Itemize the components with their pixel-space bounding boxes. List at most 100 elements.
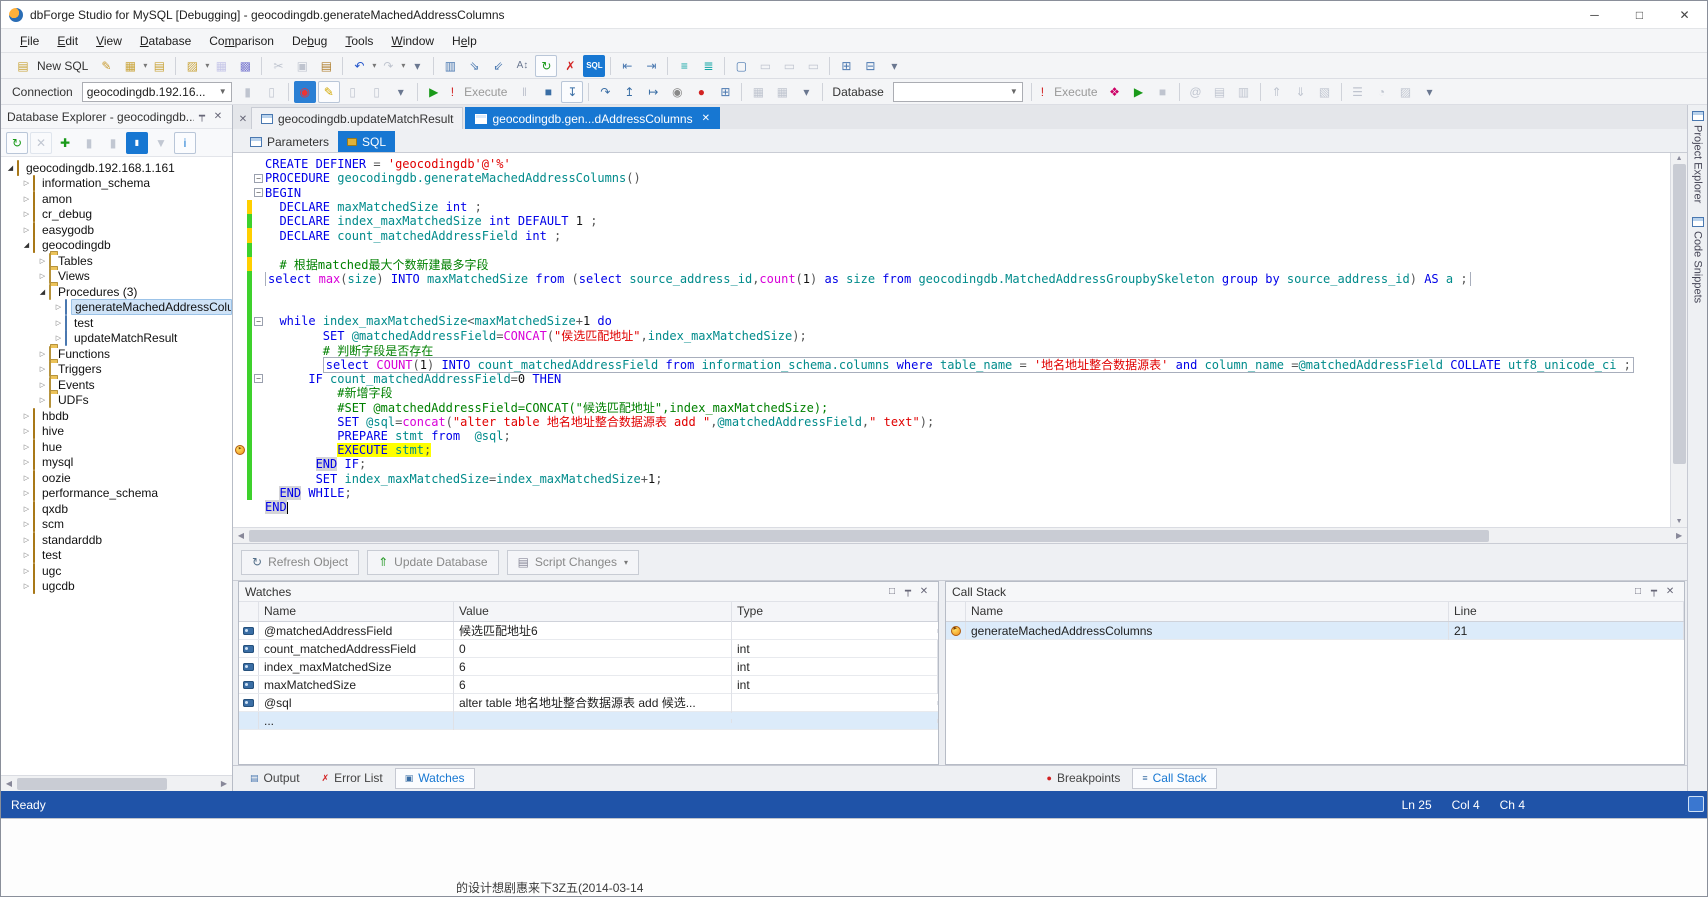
refresh-explorer-icon[interactable]: ↻ bbox=[6, 131, 28, 154]
scroll-up-icon[interactable]: ▲ bbox=[1676, 155, 1683, 162]
report-overflow-icon[interactable]: ▾ bbox=[795, 81, 817, 103]
expand-icon[interactable]: ▷ bbox=[21, 489, 32, 497]
expand-icon[interactable]: ▷ bbox=[37, 257, 48, 265]
execute-with-settings-icon[interactable]: ▶ bbox=[1128, 81, 1150, 103]
code-line[interactable]: EXECUTE stmt; bbox=[233, 442, 1670, 458]
editor-hscroll-thumb[interactable] bbox=[249, 529, 1489, 542]
tab-code-snippets[interactable]: Code Snippets bbox=[1691, 217, 1704, 303]
db-action2-icon[interactable]: ▮ bbox=[102, 132, 124, 154]
undo-icon[interactable]: ↶ bbox=[348, 55, 370, 77]
code-line[interactable]: CREATE DEFINER = 'geocodingdb'@'%' bbox=[233, 157, 1670, 171]
watch-row[interactable]: index_maxMatchedSize 6 int bbox=[239, 657, 938, 676]
window-list-icon[interactable]: ⊞ bbox=[835, 55, 857, 77]
close-icon[interactable]: ✕ bbox=[1662, 586, 1678, 597]
scroll-left-icon[interactable]: ◀ bbox=[1, 779, 17, 788]
code-line[interactable]: − PROCEDURE geocodingdb.generateMachedAdd… bbox=[233, 171, 1670, 185]
schedule-icon[interactable]: ◔ bbox=[1371, 81, 1393, 103]
pause-icon[interactable]: ‖ bbox=[513, 81, 535, 103]
connection-doc-icon[interactable]: ▯ bbox=[342, 81, 364, 103]
navigate-prev-icon[interactable]: ⇙ bbox=[487, 55, 509, 77]
minimize-button[interactable]: ─ bbox=[1572, 1, 1617, 29]
tree-item[interactable]: ▷ UDFs bbox=[1, 392, 232, 409]
tree-item[interactable]: ▷ ugcdb bbox=[1, 578, 232, 595]
refresh-document-icon[interactable]: ↻ bbox=[535, 54, 558, 77]
scroll-thumb[interactable] bbox=[17, 777, 167, 790]
step-into-icon[interactable]: ↧ bbox=[561, 80, 584, 103]
breakpoint-margin[interactable] bbox=[233, 171, 247, 185]
editor-vscroll-thumb[interactable] bbox=[1672, 164, 1686, 464]
menu-database[interactable]: Database bbox=[131, 31, 200, 51]
column-header[interactable]: Type bbox=[732, 602, 938, 621]
tab-error-list[interactable]: ✗ Error List bbox=[312, 768, 393, 789]
expand-icon[interactable]: ▷ bbox=[53, 334, 64, 342]
tree-item[interactable]: ▷ performance_schema bbox=[1, 485, 232, 502]
tree-item[interactable]: ▷ cr_debug bbox=[1, 206, 232, 223]
disconnect-icon[interactable]: ▯ bbox=[261, 81, 283, 103]
doc-summary-icon[interactable]: ▥ bbox=[1233, 81, 1255, 103]
expand-icon[interactable]: ▷ bbox=[21, 210, 32, 218]
paste-icon[interactable]: ▤ bbox=[315, 55, 337, 77]
refresh-object-button[interactable]: ↻ Refresh Object bbox=[241, 549, 360, 575]
expand-icon[interactable]: ▷ bbox=[37, 350, 48, 358]
wizard-icon[interactable]: ▨ bbox=[1395, 81, 1417, 103]
explorer-pin-icon[interactable]: ┯ bbox=[194, 111, 210, 122]
cancel-executing-icon[interactable]: ✗ bbox=[559, 55, 581, 77]
close-button[interactable]: ✕ bbox=[1662, 1, 1707, 29]
connect-icon[interactable]: ▮ bbox=[237, 81, 259, 103]
expand-icon[interactable]: ▷ bbox=[21, 536, 32, 544]
expand-icon[interactable]: ▷ bbox=[21, 551, 32, 559]
breakpoint-margin[interactable] bbox=[233, 343, 247, 357]
breakpoint-margin[interactable] bbox=[233, 486, 247, 500]
debug-windows-icon[interactable]: ⊞ bbox=[714, 81, 736, 103]
editor-vscrollbar[interactable]: ▲ ▼ bbox=[1670, 153, 1688, 527]
toolbar-overflow-icon[interactable]: ▾ bbox=[406, 55, 428, 77]
column-header[interactable]: Name bbox=[259, 602, 454, 621]
column-header[interactable]: Name bbox=[966, 602, 1449, 621]
breakpoint-margin[interactable] bbox=[233, 271, 247, 285]
toolbar2-overflow-icon[interactable]: ▾ bbox=[1419, 81, 1441, 103]
script-changes-button[interactable]: ▤ Script Changes ▾ bbox=[506, 549, 639, 575]
breakpoint-margin[interactable] bbox=[233, 414, 247, 428]
menu-window[interactable]: Window bbox=[382, 31, 443, 51]
breakpoint-margin[interactable] bbox=[233, 243, 247, 257]
new-database-icon[interactable]: ✚ bbox=[54, 132, 76, 154]
callstack-row[interactable]: generateMachedAddressColumns21 bbox=[946, 621, 1685, 640]
breakpoint-margin[interactable] bbox=[233, 257, 247, 271]
document-tab[interactable]: geocodingdb.updateMatchResult bbox=[251, 107, 464, 129]
code-line[interactable]: select max(size) INTO maxMatchedSize fro… bbox=[233, 271, 1670, 286]
expand-icon[interactable]: ▷ bbox=[21, 474, 32, 482]
open-file-icon[interactable]: ▨ bbox=[181, 55, 203, 77]
edit-connection-icon[interactable]: ✎ bbox=[317, 80, 340, 103]
tree-item[interactable]: ◢ geocodingdb bbox=[1, 237, 232, 254]
chevron-down-icon[interactable]: ▾ bbox=[205, 61, 209, 70]
run-to-cursor-icon[interactable]: ↦ bbox=[642, 81, 664, 103]
tab-breakpoints[interactable]: ● Breakpoints bbox=[1037, 768, 1131, 789]
new-sql-button[interactable]: ▤ New SQL bbox=[7, 53, 94, 78]
save-icon[interactable]: ▦ bbox=[210, 55, 232, 77]
tree-item[interactable]: ▷ standarddb bbox=[1, 531, 232, 548]
format-sql-icon[interactable]: ▥ bbox=[439, 55, 461, 77]
explorer-close-icon[interactable]: ✕ bbox=[210, 111, 226, 122]
tree-item[interactable]: ▷ amon bbox=[1, 190, 232, 207]
edit-comment-icon[interactable]: ▭ bbox=[778, 55, 800, 77]
tab-output[interactable]: ▤ Output bbox=[240, 768, 310, 789]
code-line[interactable]: SET @sql=concat("alter table 地名地址整合数据源表 … bbox=[233, 414, 1670, 429]
tree-item[interactable]: ▷ ugc bbox=[1, 562, 232, 579]
send-mail-icon[interactable]: @ bbox=[1185, 81, 1207, 103]
save-all-icon[interactable]: ▩ bbox=[234, 55, 256, 77]
menu-edit[interactable]: Edit bbox=[48, 31, 87, 51]
tree-item[interactable]: ▷ Tables bbox=[1, 252, 232, 269]
tree-item[interactable]: ▷ oozie bbox=[1, 469, 232, 486]
chevron-down-icon[interactable]: ▾ bbox=[372, 61, 376, 70]
tree-item[interactable]: ▷ hue bbox=[1, 438, 232, 455]
breakpoint-margin[interactable] bbox=[233, 386, 247, 400]
expand-icon[interactable]: ▷ bbox=[21, 458, 32, 466]
tree-item[interactable]: ▷ Functions bbox=[1, 345, 232, 362]
doc-properties-icon[interactable]: ▤ bbox=[1209, 81, 1231, 103]
column-header[interactable]: Line bbox=[1449, 602, 1685, 621]
breakpoint-margin[interactable] bbox=[233, 500, 247, 514]
comment-lines-icon[interactable]: ≡ bbox=[673, 55, 695, 77]
pin-connection-icon[interactable]: ◉ bbox=[293, 80, 316, 103]
pin-icon[interactable]: ┯ bbox=[900, 586, 916, 597]
step-out-icon[interactable]: ↥ bbox=[618, 81, 640, 103]
